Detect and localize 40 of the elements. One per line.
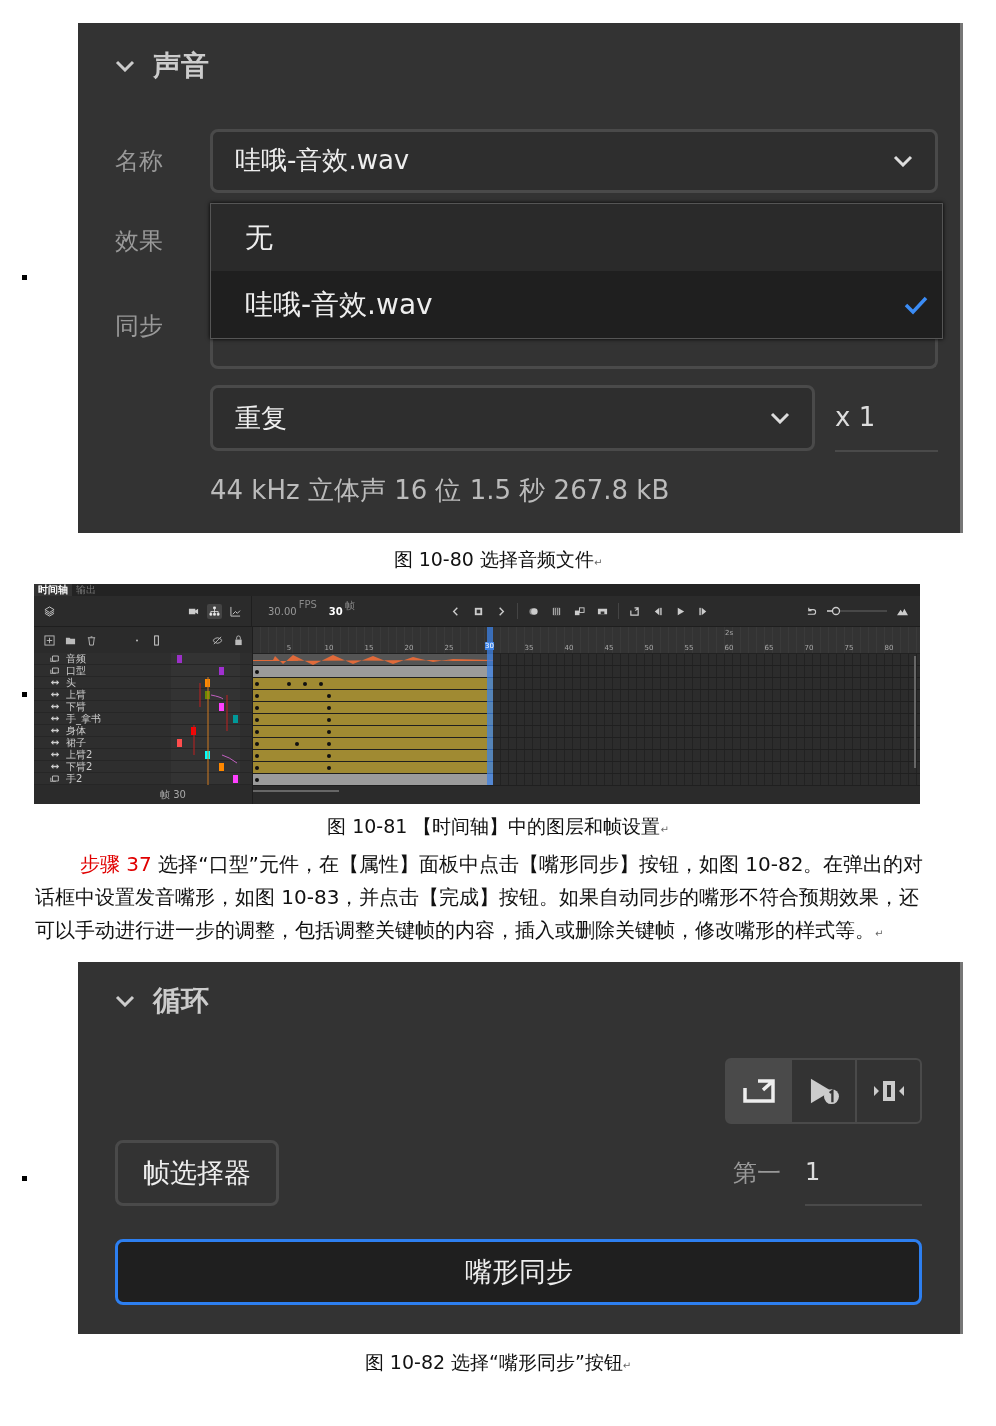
layer-name[interactable]: 上臂: [66, 689, 86, 700]
panel-tab[interactable]: 输出: [72, 584, 100, 596]
figure-caption: 图 10-81 【时间轴】中的图层和帧设置: [327, 814, 661, 839]
frame-unit: 帧: [344, 599, 355, 613]
section-title: 声音: [153, 47, 209, 84]
return-mark: ↵: [622, 1360, 632, 1371]
frame-readout: 帧 30: [160, 787, 186, 802]
panel-tab[interactable]: 时间轴: [34, 584, 72, 596]
field-label: 同步: [115, 310, 164, 342]
figure-caption: 图 10-82 选择“嘴形同步”按钮: [364, 1350, 623, 1375]
frame-number[interactable]: 30: [328, 605, 343, 617]
field-label: 第一: [733, 1158, 781, 1189]
layer-name[interactable]: 下臂2: [66, 761, 93, 772]
layer-name[interactable]: 下臂: [66, 701, 86, 712]
fps-unit: FPS: [298, 599, 317, 610]
section-title: 循环: [153, 983, 209, 1019]
first-frame-field[interactable]: 1: [805, 1140, 922, 1206]
layer-name[interactable]: 手2: [66, 773, 83, 784]
return-mark: ↵: [593, 557, 603, 568]
menu-item[interactable]: 哇哦-音效.wav: [211, 271, 942, 338]
lip-sync-button[interactable]: 嘴形同步: [115, 1239, 922, 1305]
repeat-count-field[interactable]: x 1: [835, 384, 938, 452]
layer-name[interactable]: 裙子: [66, 737, 86, 748]
field-label: 效果: [115, 225, 164, 257]
layer-name[interactable]: 头: [66, 677, 76, 688]
layer-name[interactable]: 上臂2: [66, 749, 93, 760]
repeat-dropdown[interactable]: 重复: [210, 385, 815, 451]
figure-caption: 图 10-80 选择音频文件: [393, 547, 594, 572]
sound-info: 44 kHz 立体声 16 位 1.5 秒 267.8 kB: [210, 474, 671, 507]
fps-value[interactable]: 30.00: [268, 605, 297, 617]
layer-name[interactable]: 身体: [66, 725, 86, 736]
layer-name[interactable]: 手_拿书: [66, 713, 101, 724]
sound-dropdown[interactable]: 哇哦-音效.wav: [210, 128, 938, 193]
frame-picker-button[interactable]: 帧选择器: [115, 1140, 279, 1206]
layer-name[interactable]: 音频: [66, 653, 86, 664]
menu-item[interactable]: 无: [211, 204, 942, 271]
body-paragraph: 步骤 37 选择“口型”元件，在【属性】面板中点击【嘴形同步】按钮，如图 10-82。在弹出的对话框中设置发音嘴形，如图 10-83，并点击【完成】按钮。如果自动同步的嘴形不符合预期效果，还可以手动进行进一步的调整，包括调整关键帧的内容，插入或删除关键帧，修改嘴形的样式等。↵: [35, 851, 925, 944]
return-mark: ↵: [660, 824, 669, 835]
field-label: 名称: [115, 145, 164, 177]
layer-name[interactable]: 口型: [66, 665, 86, 676]
